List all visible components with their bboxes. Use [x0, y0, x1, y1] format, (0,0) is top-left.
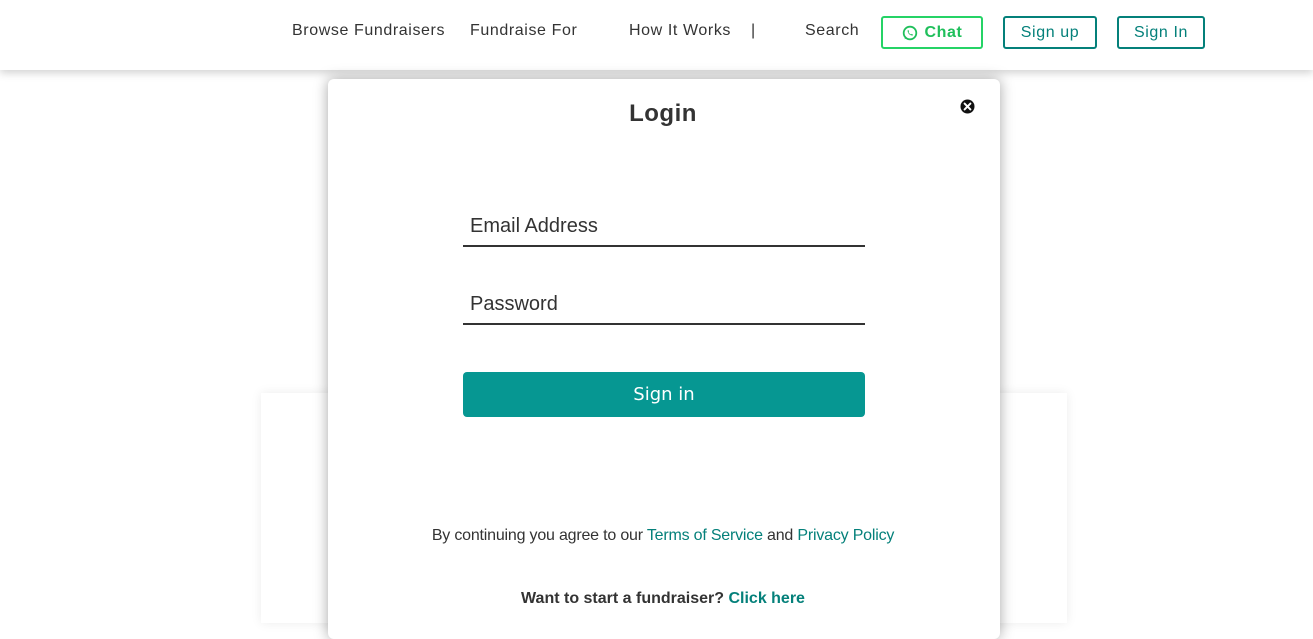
sign-in-header-button[interactable]: Sign In — [1117, 16, 1205, 49]
privacy-policy-link[interactable]: Privacy Policy — [797, 527, 894, 544]
sign-in-submit-button[interactable]: Sign in — [463, 372, 865, 417]
terms-and: and — [767, 527, 794, 544]
modal-title: Login — [629, 100, 697, 127]
top-navigation-bar: Browse Fundraisers Fundraise For How It … — [0, 0, 1313, 70]
email-field[interactable] — [463, 211, 865, 247]
nav-search[interactable]: Search — [805, 22, 859, 40]
nav-fundraise-for[interactable]: Fundraise For — [470, 22, 577, 40]
login-modal: Login Sign in By continuing you agree to… — [328, 79, 1000, 639]
close-icon[interactable] — [960, 99, 975, 114]
password-field[interactable] — [463, 289, 865, 325]
nav-browse-fundraisers[interactable]: Browse Fundraisers — [292, 22, 445, 40]
terms-of-service-link[interactable]: Terms of Service — [647, 527, 763, 544]
nav-separator: | — [751, 22, 756, 39]
whatsapp-icon — [902, 25, 917, 40]
terms-notice: By continuing you agree to our Terms of … — [328, 527, 998, 545]
terms-prefix: By continuing you agree to our — [431, 527, 643, 544]
chat-label: Chat — [924, 23, 963, 41]
nav-how-it-works[interactable]: How It Works — [629, 22, 731, 40]
click-here-link[interactable]: Click here — [728, 590, 804, 607]
chat-button[interactable]: Chat — [881, 16, 983, 49]
start-fundraiser-question: Want to start a fundraiser? — [521, 590, 725, 607]
start-fundraiser-prompt: Want to start a fundraiser? Click here — [328, 590, 998, 608]
sign-up-button[interactable]: Sign up — [1003, 16, 1097, 49]
